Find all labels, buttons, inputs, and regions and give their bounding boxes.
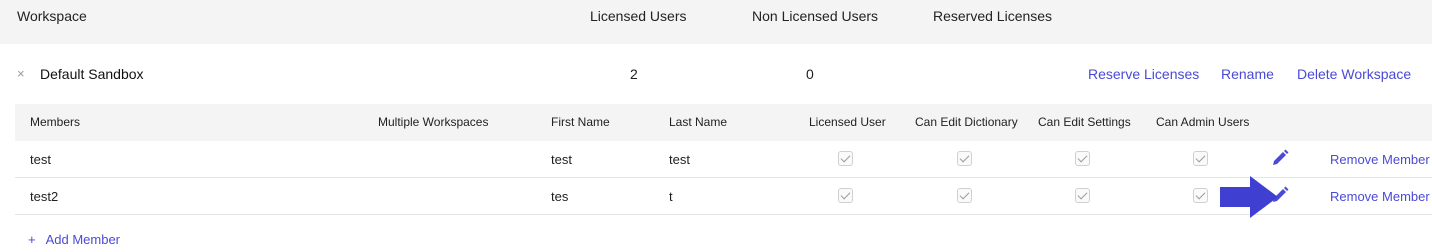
col-licensed-user: Licensed User	[809, 115, 886, 129]
remove-member-link[interactable]: Remove Member	[1330, 189, 1430, 204]
col-can-edit-dictionary: Can Edit Dictionary	[915, 115, 1018, 129]
members-table-header: Members Multiple Workspaces First Name L…	[15, 104, 1432, 141]
col-first-name: First Name	[551, 115, 610, 129]
licensed-count: 2	[630, 66, 638, 82]
first-name: test	[551, 152, 572, 167]
header-non-licensed-users: Non Licensed Users	[752, 8, 879, 24]
can-admin-users-checkbox[interactable]	[1193, 188, 1208, 203]
licensed-user-checkbox[interactable]	[838, 151, 853, 166]
close-icon[interactable]: ×	[17, 66, 25, 81]
arrow-annotation	[1220, 176, 1278, 218]
member-name: test	[30, 152, 51, 167]
can-edit-dictionary-checkbox[interactable]	[957, 188, 972, 203]
delete-workspace-link[interactable]: Delete Workspace	[1297, 66, 1411, 82]
can-admin-users-checkbox[interactable]	[1193, 151, 1208, 166]
workspace-table-header: Workspace Licensed Users Non Licensed Us…	[0, 0, 1432, 44]
plus-icon: +	[28, 232, 36, 247]
can-edit-settings-checkbox[interactable]	[1075, 151, 1090, 166]
header-licensed-users: Licensed Users	[590, 8, 687, 24]
table-row: test test test Remove Member	[15, 141, 1432, 178]
licensed-user-checkbox[interactable]	[838, 188, 853, 203]
workspace-panel: × Default Sandbox 2 0 Reserve Licenses R…	[0, 44, 1432, 252]
non-licensed-count: 0	[806, 66, 814, 82]
col-can-edit-settings: Can Edit Settings	[1038, 115, 1131, 129]
header-reserved-licenses: Reserved Licenses	[933, 8, 1053, 24]
col-can-admin-users: Can Admin Users	[1156, 115, 1250, 129]
rename-link[interactable]: Rename	[1221, 66, 1274, 82]
col-last-name: Last Name	[669, 115, 728, 129]
remove-member-link[interactable]: Remove Member	[1330, 152, 1430, 167]
workspace-row: × Default Sandbox 2 0 Reserve Licenses R…	[0, 44, 1432, 104]
can-edit-dictionary-checkbox[interactable]	[957, 151, 972, 166]
workspace-name: Default Sandbox	[40, 66, 144, 82]
member-name: test2	[30, 189, 59, 204]
first-name: tes	[551, 189, 569, 204]
col-multiple-workspaces: Multiple Workspaces	[378, 115, 489, 129]
can-edit-settings-checkbox[interactable]	[1075, 188, 1090, 203]
reserve-licenses-link[interactable]: Reserve Licenses	[1088, 66, 1199, 82]
col-members: Members	[30, 115, 81, 129]
last-name: t	[669, 189, 673, 204]
pencil-icon[interactable]	[1269, 147, 1291, 169]
add-member-button[interactable]: + Add Member	[28, 232, 120, 247]
header-workspace: Workspace	[17, 8, 87, 24]
add-member-label: Add Member	[45, 232, 121, 247]
last-name: test	[669, 152, 690, 167]
